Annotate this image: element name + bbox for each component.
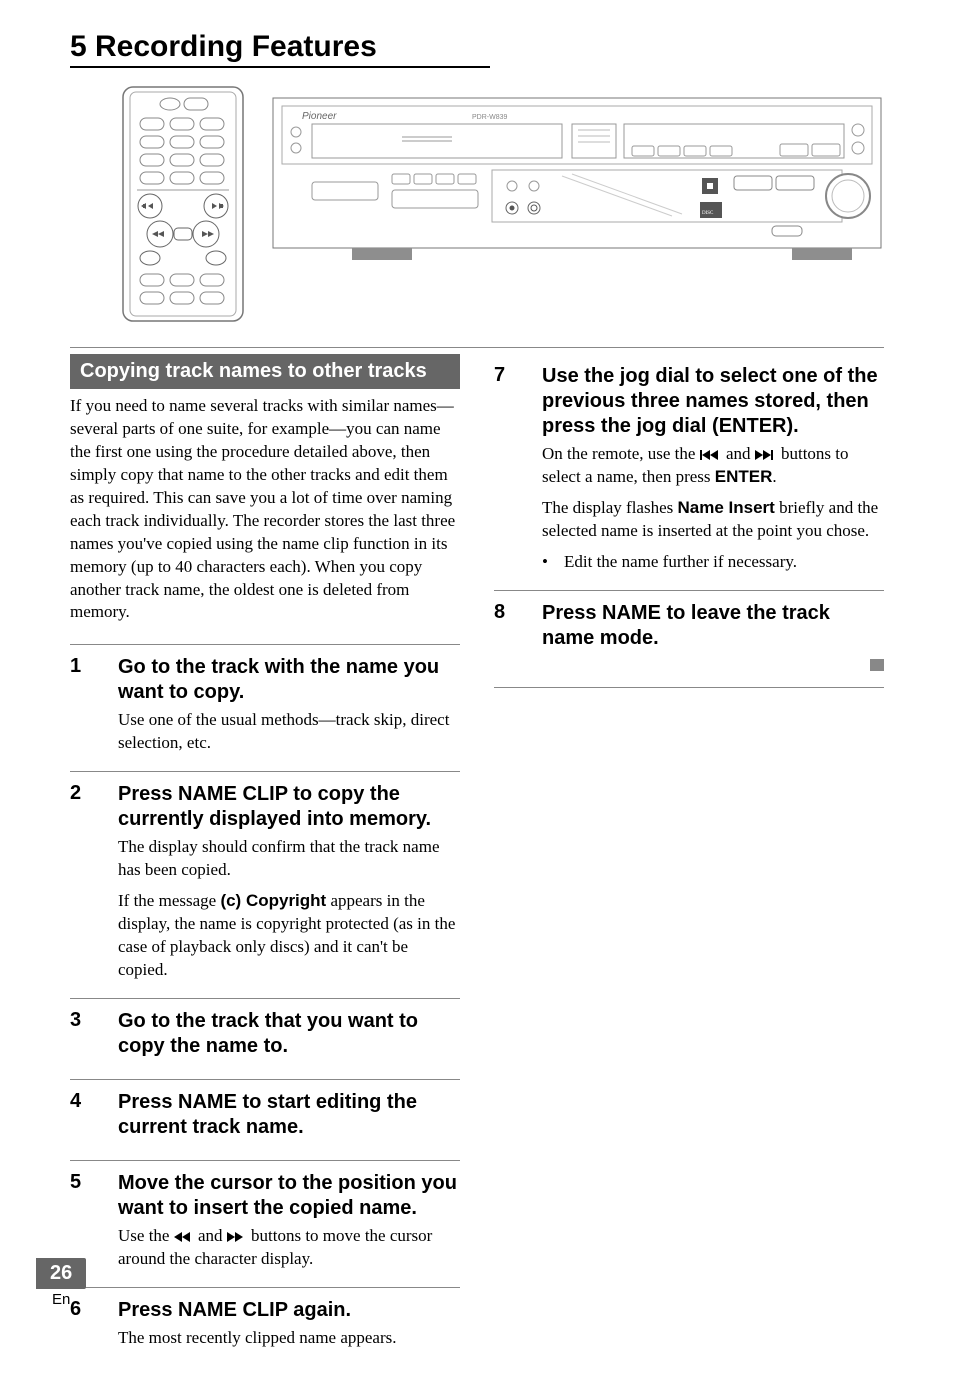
chapter-heading: 5 Recording Features — [70, 30, 490, 68]
step-5: 5 Move the cursor to the position you wa… — [70, 1160, 460, 1287]
step-title: Press NAME CLIP again. — [118, 1298, 460, 1323]
step-number: 5 — [70, 1171, 104, 1271]
step-text: The display should confirm that the trac… — [118, 836, 460, 882]
page-number: 26 — [36, 1258, 86, 1289]
step-4: 4 Press NAME to start editing the curren… — [70, 1079, 460, 1160]
step-number: 3 — [70, 1009, 104, 1063]
device-illustrations: Pioneer PDR-W839 — [122, 86, 884, 322]
next-track-icon — [755, 450, 777, 460]
step-number: 7 — [494, 364, 528, 574]
step-2: 2 Press NAME CLIP to copy the currently … — [70, 771, 460, 998]
step-8: 8 Press NAME to leave the track name mod… — [494, 590, 884, 687]
prev-track-icon — [700, 450, 722, 460]
left-column: Copying track names to other tracks If y… — [70, 354, 460, 1366]
step-text: On the remote, use the and buttons to se… — [542, 443, 884, 489]
step-title: Press NAME to leave the track name mode. — [542, 601, 884, 651]
step-1: 1 Go to the track with the name you want… — [70, 644, 460, 771]
step-text: The most recently clipped name appears. — [118, 1327, 460, 1350]
fast-forward-icon — [227, 1232, 247, 1242]
right-column: 7 Use the jog dial to select one of the … — [494, 354, 884, 1366]
svg-text:PDR-W839: PDR-W839 — [472, 114, 508, 121]
step-text: The display flashes Name Insert briefly … — [542, 497, 884, 543]
page-footer: 26 En — [36, 1258, 86, 1308]
step-7: 7 Use the jog dial to select one of the … — [494, 354, 884, 590]
step-text: Use one of the usual methods—track skip,… — [118, 709, 460, 755]
section-end-marker — [870, 659, 884, 671]
step-number: 1 — [70, 655, 104, 755]
svg-text:Pioneer: Pioneer — [302, 111, 337, 122]
step-title: Go to the track that you want to copy th… — [118, 1009, 460, 1059]
step-text: If the message (c) Copyright appears in … — [118, 890, 460, 982]
rewind-icon — [174, 1232, 194, 1242]
step-title: Press NAME to start editing the current … — [118, 1090, 460, 1140]
intro-paragraph: If you need to name several tracks with … — [70, 395, 460, 624]
step-number: 8 — [494, 601, 528, 671]
step-number: 4 — [70, 1090, 104, 1144]
bullet-dot: • — [542, 551, 554, 574]
step-title: Move the cursor to the position you want… — [118, 1171, 460, 1221]
step-6: 6 Press NAME CLIP again. The most recent… — [70, 1287, 460, 1366]
step-title: Press NAME CLIP to copy the currently di… — [118, 782, 460, 832]
step-number: 2 — [70, 782, 104, 982]
svg-text:DISC: DISC — [702, 211, 714, 216]
section-title-bar: Copying track names to other tracks — [70, 354, 460, 389]
bullet-item: • Edit the name further if necessary. — [542, 551, 884, 574]
step-text: Use the and buttons to move the cursor a… — [118, 1225, 460, 1271]
step-3: 3 Go to the track that you want to copy … — [70, 998, 460, 1079]
remote-control-illustration — [122, 86, 244, 322]
step-title: Use the jog dial to select one of the pr… — [542, 364, 884, 439]
cd-recorder-illustration: Pioneer PDR-W839 — [272, 86, 882, 264]
page-language: En — [36, 1291, 86, 1308]
bullet-text: Edit the name further if necessary. — [564, 551, 797, 574]
step-title: Go to the track with the name you want t… — [118, 655, 460, 705]
